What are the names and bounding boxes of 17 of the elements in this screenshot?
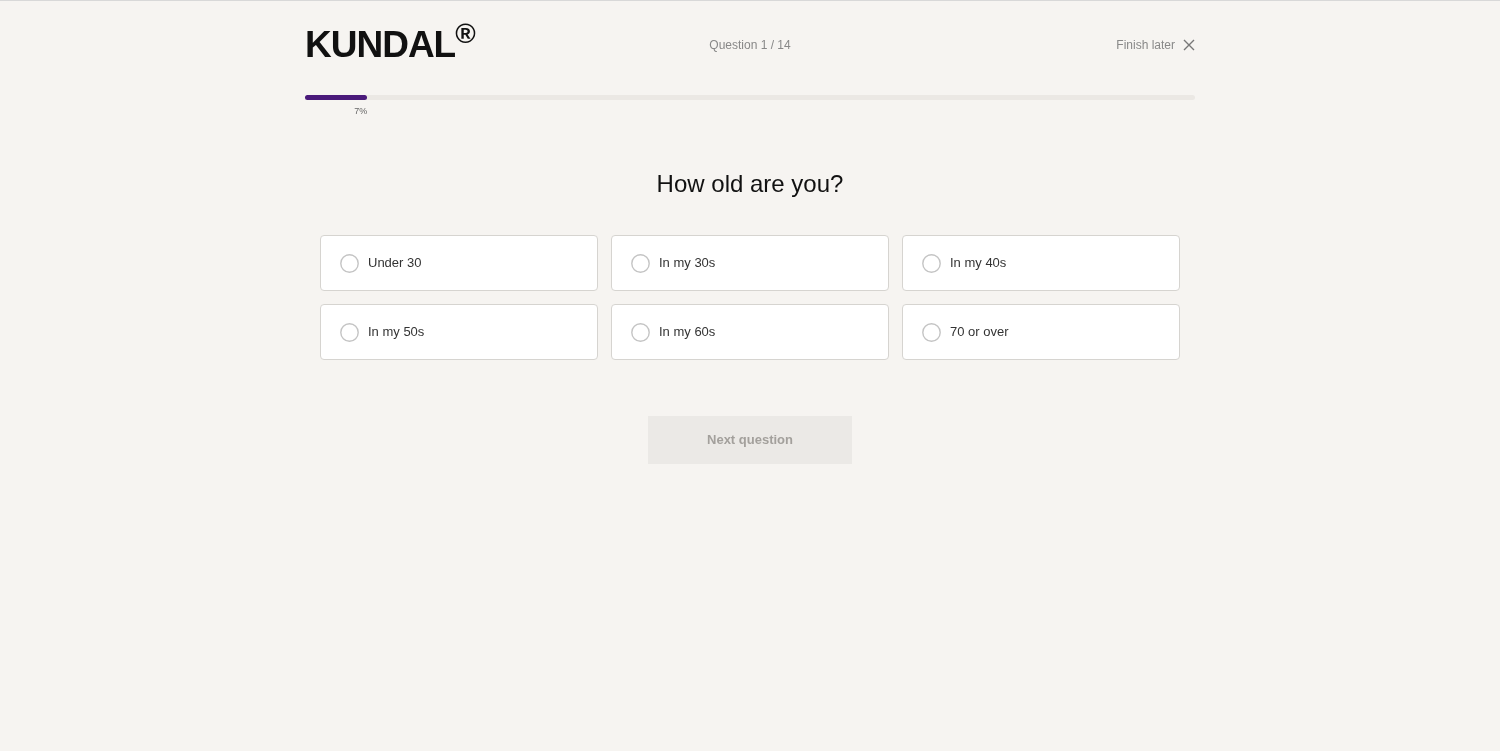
answer-option[interactable]: In my 60s <box>611 304 889 360</box>
answer-option[interactable]: 70 or over <box>902 304 1180 360</box>
answer-option[interactable]: In my 50s <box>320 304 598 360</box>
radio-icon <box>922 322 941 342</box>
answer-option[interactable]: In my 40s <box>902 235 1180 291</box>
radio-icon <box>631 322 650 342</box>
question-counter: Question 1 / 14 <box>709 37 791 54</box>
radio-icon <box>631 253 650 273</box>
answer-option[interactable]: In my 30s <box>611 235 889 291</box>
radio-icon <box>922 253 941 273</box>
question-title: How old are you? <box>655 169 845 199</box>
logo: KUNDAL$^{®}$ <box>305 24 475 65</box>
answer-option[interactable]: Under 30 <box>320 235 598 291</box>
radio-icon <box>340 253 359 273</box>
progress-label: 7% <box>354 105 368 118</box>
radio-icon <box>340 322 359 342</box>
close-icon <box>1183 39 1195 51</box>
